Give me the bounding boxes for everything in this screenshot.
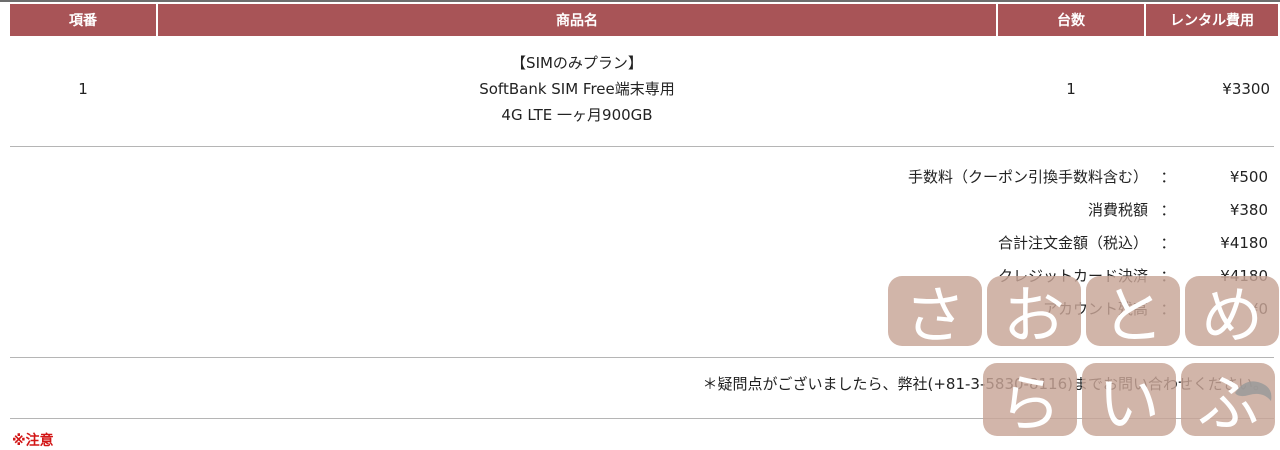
order-table: 項番 商品名 台数 レンタル費用 1 【SIMのみプラン】 SoftBank S… xyxy=(8,4,1280,142)
column-header-quantity: 台数 xyxy=(998,4,1144,36)
credit-card-value: ¥4180 xyxy=(1220,266,1268,285)
summary-row-tax: 消費税額 ： ¥380 xyxy=(368,193,1268,226)
column-header-rental-fee: レンタル費用 xyxy=(1146,4,1278,36)
divider xyxy=(10,418,1274,419)
tax-value: ¥380 xyxy=(1229,200,1268,219)
warning-heading: ※注意 xyxy=(12,433,54,449)
summary-row-account-balance: アカウント残高 ： ¥0 xyxy=(368,292,1268,325)
fee-value: ¥500 xyxy=(1229,167,1268,186)
table-row: 1 【SIMのみプラン】 SoftBank SIM Free端末専用 4G LT… xyxy=(10,36,1278,142)
product-name-cell: 【SIMのみプラン】 SoftBank SIM Free端末専用 4G LTE … xyxy=(158,36,996,142)
product-plan-line: 【SIMのみプラン】 xyxy=(511,54,643,72)
top-border xyxy=(0,0,1280,2)
total-value: ¥4180 xyxy=(1220,233,1268,252)
product-device-line: SoftBank SIM Free端末専用 xyxy=(479,80,675,98)
fee-label: 手数料（クーポン引換手数料含む） xyxy=(907,168,1148,186)
summary-row-total: 合計注文金額（税込） ： ¥4180 xyxy=(368,226,1268,259)
account-balance-label: アカウント残高 xyxy=(1042,300,1148,318)
colon: ： xyxy=(1160,267,1176,285)
colon: ： xyxy=(1160,300,1176,318)
product-data-line: 4G LTE 一ヶ月900GB xyxy=(501,106,653,124)
quantity-cell: 1 xyxy=(1066,80,1076,98)
tax-label: 消費税額 xyxy=(1087,201,1148,219)
column-header-product-name: 商品名 xyxy=(158,4,996,36)
contact-note: ＊疑問点がございましたら、弊社(+81-3-5830-8116)までお問い合わせ… xyxy=(702,375,1269,393)
colon: ： xyxy=(1160,234,1176,252)
rental-fee-cell: ¥3300 xyxy=(1222,80,1270,98)
colon: ： xyxy=(1160,168,1176,186)
colon: ： xyxy=(1160,201,1176,219)
item-no-cell: 1 xyxy=(78,80,88,98)
column-header-item-no: 項番 xyxy=(10,4,156,36)
price-summary: 手数料（クーポン引換手数料含む） ： ¥500 消費税額 ： ¥380 合計注文… xyxy=(368,160,1268,325)
summary-row-credit-card: クレジットカード決済 ： ¥4180 xyxy=(368,259,1268,292)
divider xyxy=(10,357,1274,358)
account-balance-value: ¥0 xyxy=(1248,299,1268,318)
credit-card-label: クレジットカード決済 xyxy=(997,267,1148,285)
summary-row-fee: 手数料（クーポン引換手数料含む） ： ¥500 xyxy=(368,160,1268,193)
total-label: 合計注文金額（税込） xyxy=(997,234,1148,252)
table-header-row: 項番 商品名 台数 レンタル費用 xyxy=(10,4,1278,36)
divider xyxy=(10,146,1274,147)
